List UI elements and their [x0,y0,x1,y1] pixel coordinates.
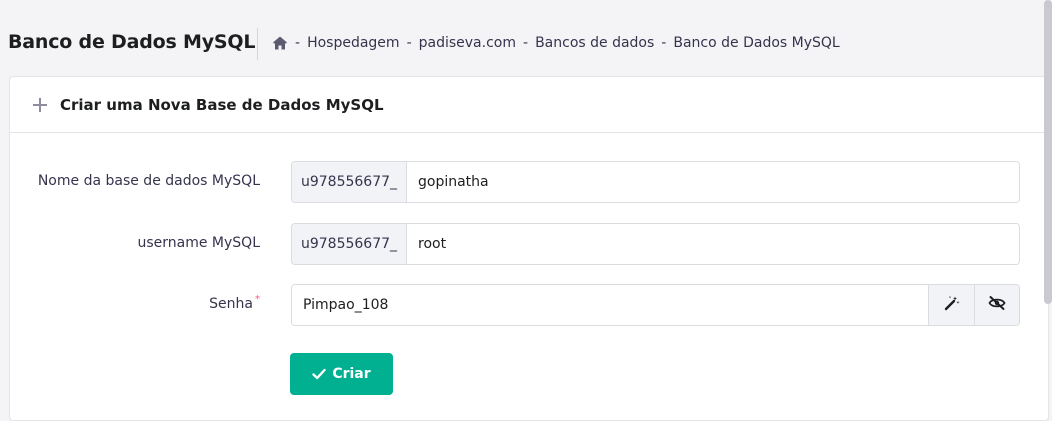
breadcrumb-item-current: Banco de Dados MySQL [673,35,840,51]
password-row: Senha * [10,284,1050,326]
generate-password-button[interactable] [928,285,974,325]
database-name-row: Nome da base de dados MySQL u978556677_ [10,161,1050,203]
username-prefix: u978556677_ [292,224,407,264]
card-title: Criar uma Nova Base de Dados MySQL [60,95,384,114]
password-group [291,284,1020,326]
check-icon [312,367,327,381]
username-group: u978556677_ [291,223,1020,265]
database-name-input[interactable] [407,162,1019,202]
database-name-label: Nome da base de dados MySQL [37,173,260,189]
scrollbar[interactable] [1044,0,1052,304]
breadcrumb-item-hospedagem[interactable]: Hospedagem [307,35,400,51]
create-database-card: Criar uma Nova Base de Dados MySQL Nome … [9,76,1049,421]
breadcrumb-separator: - [406,35,412,51]
breadcrumb-item-domain[interactable]: padiseva.com [419,35,516,51]
toggle-password-visibility-button[interactable] [974,285,1019,325]
create-button[interactable]: Criar [290,353,393,395]
breadcrumb-separator: - [295,35,301,51]
home-icon[interactable] [272,35,288,51]
database-name-group: u978556677_ [291,161,1020,203]
username-input[interactable] [407,224,1019,264]
page-header: Banco de Dados MySQL - Hospedagem - padi… [0,0,1052,88]
password-label-text: Senha [209,296,253,312]
username-label: username MySQL [137,235,260,251]
plus-icon [32,97,48,113]
breadcrumb-separator: - [523,35,529,51]
username-row: username MySQL u978556677_ [10,223,1050,265]
eye-slash-icon [988,295,1006,315]
database-prefix: u978556677_ [292,162,407,202]
breadcrumb-item-databases[interactable]: Bancos de dados [535,35,654,51]
card-header[interactable]: Criar uma Nova Base de Dados MySQL [10,77,1048,133]
magic-wand-icon [944,295,960,315]
password-input[interactable] [292,285,928,325]
breadcrumb-separator: - [661,35,667,51]
header-divider [257,28,258,60]
password-label: Senha * [209,294,260,312]
required-marker: * [255,294,260,305]
create-button-label: Criar [332,366,371,382]
page-title: Banco de Dados MySQL [8,31,256,53]
breadcrumb: - Hospedagem - padiseva.com - Bancos de … [272,35,840,51]
